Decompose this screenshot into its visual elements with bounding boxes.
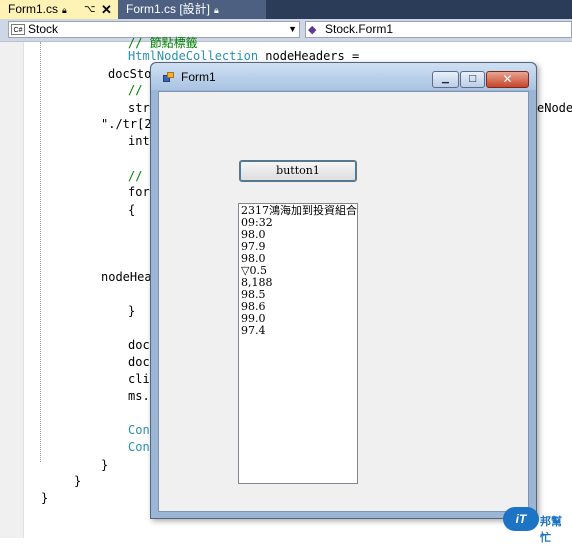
code-line: "./tr[2: [101, 117, 152, 131]
member-dropdown-value: Stock.Form1: [325, 22, 394, 36]
maximize-icon: □: [468, 74, 477, 84]
tab-form1-cs[interactable]: Form1.cs 🔒︎ ⌥ ✕: [0, 0, 118, 19]
ithelp-logo: iT 邦幫忙: [503, 505, 569, 544]
tab-label: Form1.cs [設計]: [126, 2, 211, 16]
navigation-bar: C# Stock ▼ ◆ Stock.Form1: [0, 19, 572, 42]
result-listbox[interactable]: 2317鴻海加到投資組合 09:32 98.0 97.9 98.0 ▽0.5 8,188 98…: [238, 203, 358, 484]
form-icon: [163, 72, 174, 82]
code-line: Con: [128, 423, 150, 437]
type-dropdown-value: Stock: [28, 22, 59, 36]
code-line: docSto: [108, 67, 152, 81]
code-line: }: [74, 474, 82, 488]
listbox-items: 2317鴻海加到投資組合 09:32 98.0 97.9 98.0 ▽0.5 8,188 98…: [239, 204, 357, 337]
code-token: HtmlNodeCollection: [128, 49, 259, 63]
code-line: doc: [128, 338, 150, 352]
lock-icon: 🔒︎: [214, 5, 219, 15]
code-line: cli: [128, 372, 150, 386]
outline-line: [40, 42, 41, 462]
form1-window[interactable]: Form1 ▁ □ ✕ button1 2317鴻海加到投資組合 09:32 98.…: [150, 62, 537, 519]
logo-badge: iT: [503, 507, 539, 531]
code-line: //: [128, 83, 143, 97]
maximize-button[interactable]: □: [460, 71, 485, 88]
code-line: int: [128, 134, 150, 148]
code-line: ms.: [128, 389, 150, 403]
form-client-area: button1 2317鴻海加到投資組合 09:32 98.0 97.9 98.0 ▽0.…: [158, 91, 529, 512]
code-line: }: [41, 491, 49, 505]
code-line: {: [128, 203, 136, 217]
close-button[interactable]: ✕: [486, 71, 529, 88]
code-line: doc: [128, 355, 150, 369]
code-line: //: [128, 169, 143, 183]
code-line: }: [128, 304, 136, 318]
tab-form1-designer[interactable]: Form1.cs [設計] 🔒︎: [118, 0, 266, 19]
code-line: str: [128, 101, 150, 115]
code-line: Con: [128, 440, 150, 454]
code-line: HtmlNodeCollection nodeHeaders =: [128, 49, 360, 63]
code-line: }: [101, 458, 109, 472]
chevron-down-icon[interactable]: ▼: [288, 22, 297, 37]
minimize-icon: ▁: [442, 74, 449, 84]
list-item[interactable]: 97.4: [241, 325, 357, 337]
code-line: eNodec: [537, 101, 572, 115]
minimize-button[interactable]: ▁: [432, 71, 459, 88]
member-dropdown[interactable]: ◆ Stock.Form1: [305, 21, 572, 38]
code-line: nodeHea: [101, 270, 152, 284]
code-line: // 節點標籤: [128, 36, 198, 50]
document-tab-strip: Form1.cs 🔒︎ ⌥ ✕ Form1.cs [設計] 🔒︎: [0, 0, 572, 19]
lock-icon: 🔒︎: [62, 5, 67, 15]
button1[interactable]: button1: [239, 160, 357, 182]
tab-label: Form1.cs: [8, 2, 59, 16]
window-title: Form1: [181, 70, 216, 84]
method-icon: ◆: [308, 24, 317, 36]
logo-text: 邦幫忙: [540, 516, 562, 544]
editor-margin: [0, 42, 24, 538]
csharp-class-icon: C#: [11, 24, 25, 35]
pin-icon[interactable]: ⌥: [84, 0, 96, 19]
close-icon: ✕: [502, 72, 513, 86]
title-bar[interactable]: Form1 ▁ □ ✕: [151, 63, 536, 90]
close-icon[interactable]: ✕: [101, 0, 112, 19]
code-line: for: [128, 185, 150, 199]
